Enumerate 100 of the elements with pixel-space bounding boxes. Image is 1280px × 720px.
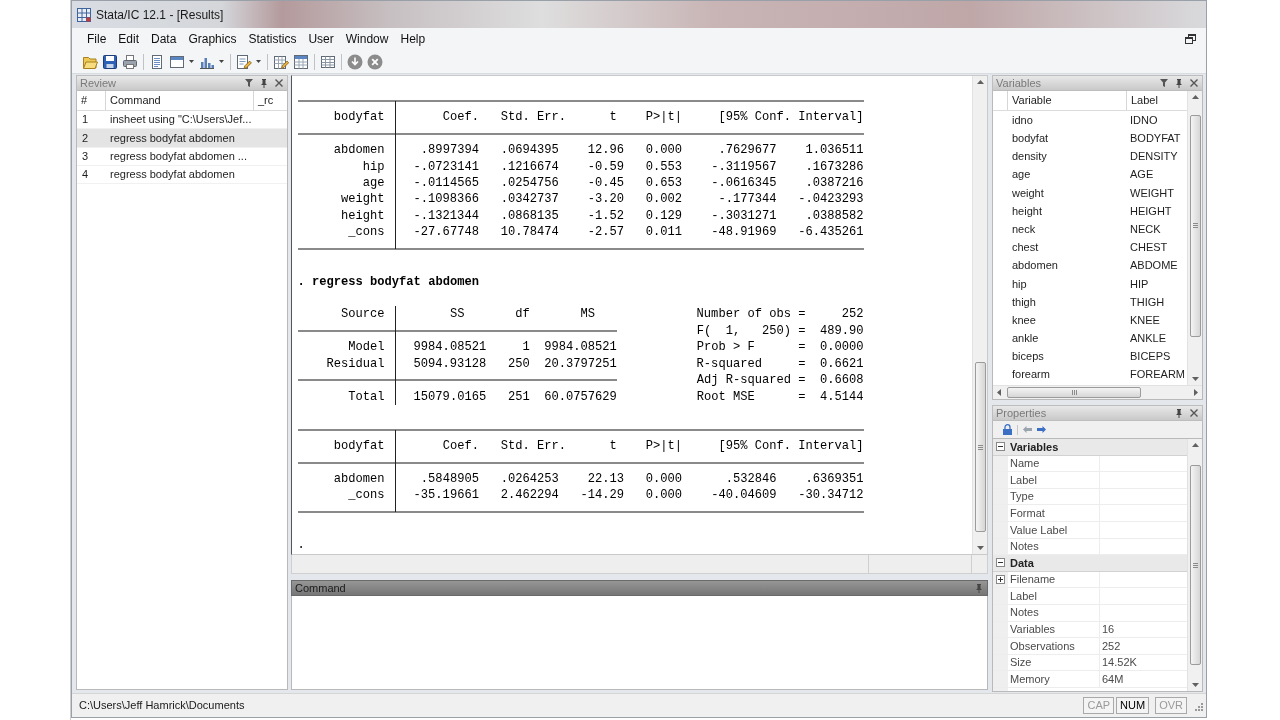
variable-label[interactable]: DENSITY — [1130, 150, 1178, 163]
menu-item[interactable]: Data — [145, 30, 183, 48]
restore-icon[interactable] — [1185, 34, 1196, 44]
history-row[interactable]: 3 regress bodyfat abdomen ... — [77, 147, 287, 166]
variable-name[interactable]: bodyfat — [1012, 132, 1049, 145]
minus-box-icon[interactable] — [996, 442, 1005, 452]
resize-grip-icon[interactable] — [1193, 700, 1203, 711]
right-arrow-icon[interactable] — [1037, 426, 1046, 433]
property-name: Notes — [1010, 605, 1039, 621]
edit-document-icon[interactable] — [236, 53, 252, 70]
close-circle-icon[interactable] — [367, 53, 383, 70]
vertical-scrollbar[interactable] — [1187, 439, 1202, 691]
variable-label[interactable]: WEIGHT — [1130, 186, 1174, 199]
variable-name[interactable]: ankle — [1012, 332, 1039, 345]
table-icon[interactable] — [320, 53, 336, 70]
menu-item[interactable]: Window — [339, 30, 395, 48]
variable-name[interactable]: hip — [1012, 277, 1027, 290]
menu-item[interactable]: Help — [394, 30, 432, 48]
menu-item[interactable]: Statistics — [242, 30, 303, 48]
scrollbar-thumb[interactable] — [974, 362, 986, 533]
variable-label[interactable]: BODYFAT — [1130, 132, 1181, 145]
menu-item[interactable]: Graphics — [182, 30, 243, 48]
variable-name[interactable]: biceps — [1012, 350, 1044, 363]
down-arrow-icon[interactable] — [976, 546, 984, 550]
section-header[interactable]: Data — [993, 555, 1187, 572]
column-header[interactable]: # — [77, 91, 105, 110]
column-header: Coef. — [442, 437, 479, 455]
vertical-scrollbar[interactable] — [972, 76, 987, 554]
vertical-scrollbar[interactable] — [1187, 91, 1202, 385]
variable-name[interactable]: weight — [1012, 186, 1044, 199]
variable-label[interactable]: FOREARM — [1130, 368, 1185, 381]
variable-label[interactable]: ABDOME — [1130, 259, 1178, 272]
scrollbar-thumb[interactable] — [1007, 387, 1141, 398]
menu-item[interactable]: File — [81, 30, 113, 48]
caret-icon[interactable] — [219, 60, 224, 63]
close-icon[interactable] — [1190, 79, 1198, 87]
variable-label[interactable]: HEIGHT — [1130, 204, 1172, 217]
filter-icon[interactable] — [245, 79, 253, 87]
right-arrow-icon[interactable] — [1194, 389, 1198, 396]
variable-name[interactable]: density — [1012, 150, 1047, 163]
history-row[interactable]: 4 regress bodyfat abdomen — [77, 165, 287, 185]
variable-label[interactable]: KNEE — [1130, 313, 1160, 326]
table-cell: 2.462294 — [500, 487, 559, 504]
variable-name[interactable]: thigh — [1012, 295, 1036, 308]
table-cell: 1 — [522, 339, 530, 356]
variable-label[interactable]: ANKLE — [1130, 332, 1167, 345]
spreadsheet-edit-icon[interactable] — [273, 53, 289, 70]
menu-item[interactable]: Edit — [112, 30, 146, 48]
column-header[interactable]: _rc — [253, 91, 287, 110]
variable-name[interactable]: knee — [1012, 313, 1036, 326]
history-row[interactable]: 2 regress bodyfat abdomen — [77, 129, 287, 148]
variable-label[interactable]: IDNO — [1130, 113, 1158, 126]
up-arrow-icon[interactable] — [1191, 95, 1199, 99]
variable-label[interactable]: NECK — [1130, 222, 1161, 235]
variable-name[interactable]: idno — [1012, 113, 1033, 126]
menu-item[interactable]: User — [302, 30, 340, 48]
close-icon[interactable] — [275, 79, 283, 87]
scrollbar-thumb[interactable] — [1189, 114, 1201, 337]
notepad-icon[interactable] — [149, 53, 165, 70]
variable-label[interactable]: THIGH — [1130, 295, 1165, 308]
minus-box-icon[interactable] — [996, 558, 1005, 568]
variable-label[interactable]: BICEPS — [1130, 350, 1171, 363]
up-arrow-icon[interactable] — [1191, 443, 1199, 447]
horizontal-scrollbar[interactable] — [993, 385, 1202, 399]
panel-title: Properties — [996, 406, 1047, 420]
panel-title: Command — [295, 581, 346, 595]
variable-label[interactable]: AGE — [1130, 168, 1154, 181]
up-arrow-icon[interactable] — [976, 80, 984, 84]
plus-box-icon[interactable] — [996, 575, 1005, 585]
pin-icon[interactable] — [1175, 408, 1183, 418]
command-input[interactable] — [291, 596, 988, 690]
down-arrow-circle-icon[interactable] — [347, 53, 363, 70]
pin-icon[interactable] — [260, 78, 268, 88]
caret-icon[interactable] — [256, 60, 261, 63]
table-cell: -0.59 — [587, 158, 625, 175]
close-icon[interactable] — [1190, 409, 1198, 417]
section-header[interactable]: Variables — [993, 439, 1187, 456]
column-header[interactable]: Variable — [1008, 91, 1126, 110]
variable-name[interactable]: neck — [1012, 222, 1036, 235]
variable-name[interactable]: abdomen — [1012, 259, 1058, 272]
variable-name[interactable]: chest — [1012, 241, 1039, 254]
variable-label[interactable]: HIP — [1130, 277, 1149, 290]
section-title: Variables — [1009, 439, 1059, 455]
caret-icon[interactable] — [189, 60, 194, 63]
lock-icon[interactable] — [1003, 424, 1012, 435]
scrollbar-thumb[interactable] — [1189, 465, 1201, 665]
spreadsheet-icon[interactable] — [293, 53, 309, 70]
pin-icon[interactable] — [1175, 78, 1183, 88]
variable-name[interactable]: forearm — [1012, 368, 1050, 381]
variable-label[interactable]: CHEST — [1130, 241, 1168, 254]
window-icon[interactable] — [169, 53, 185, 70]
variable-name[interactable]: height — [1012, 204, 1042, 217]
down-arrow-icon[interactable] — [1191, 683, 1199, 687]
variable-name[interactable]: age — [1012, 168, 1031, 181]
column-header[interactable]: Command — [105, 91, 253, 110]
pin-icon[interactable] — [975, 583, 983, 593]
printer-icon[interactable] — [122, 53, 138, 70]
left-arrow-icon[interactable] — [997, 389, 1001, 396]
down-arrow-icon[interactable] — [1191, 377, 1199, 381]
filter-icon[interactable] — [1160, 79, 1168, 87]
